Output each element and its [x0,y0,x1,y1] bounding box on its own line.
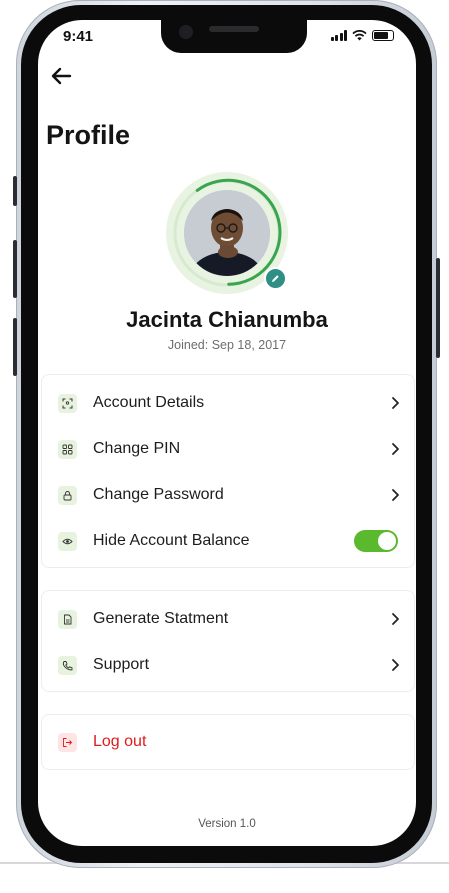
logout-card: Log out [41,714,415,770]
chevron-right-icon [392,659,399,671]
arrow-left-icon[interactable] [48,62,76,90]
side-button-mute [13,176,17,206]
pencil-icon[interactable] [264,267,287,290]
profile-avatar[interactable] [166,172,288,294]
menu-item-account-details[interactable]: Account Details [42,381,414,425]
document-icon [58,609,77,629]
lock-icon [58,485,77,505]
phone-icon [58,655,77,675]
menu-label: Account Details [93,394,205,411]
logout-icon [58,732,77,752]
status-time: 9:41 [63,28,94,45]
side-button-volume-up [13,240,17,298]
front-camera [179,25,193,39]
battery-icon [372,30,394,41]
logout-label: Log out [93,733,147,750]
eye-icon [58,531,77,551]
menu-item-support[interactable]: Support [42,643,414,687]
wifi-icon [352,30,367,41]
menu-label: Support [93,656,150,673]
menu-label: Change PIN [93,440,181,457]
chevron-right-icon [392,489,399,501]
grid-icon [58,439,77,459]
account-settings-card: Account Details Change PIN Change Passwo… [41,374,415,568]
chevron-right-icon [392,397,399,409]
page-title: Profile [46,120,131,150]
logout-button[interactable]: Log out [42,720,414,764]
signal-icon [330,30,347,41]
user-name: Jacinta Chianumba [126,307,328,332]
notch [161,20,307,53]
status-icons [330,30,394,41]
hide-balance-toggle[interactable] [354,530,398,552]
menu-label: Generate Statment [93,610,229,627]
menu-label: Hide Account Balance [93,532,250,549]
side-button-volume-down [13,318,17,376]
avatar [184,190,270,276]
app-version: Version 1.0 [198,818,256,830]
phone-screen: 9:41 Profile Jacinta Chianumba Joined: S… [38,20,416,846]
chevron-right-icon [392,443,399,455]
joined-date: Joined: Sep 18, 2017 [167,338,287,352]
menu-label: Change Password [93,486,224,503]
menu-item-change-pin[interactable]: Change PIN [42,427,414,471]
menu-item-generate-statement[interactable]: Generate Statment [42,597,414,641]
menu-item-change-password[interactable]: Change Password [42,473,414,517]
toggle-knob [378,532,396,550]
menu-item-hide-balance: Hide Account Balance [42,519,414,563]
support-card: Generate Statment Support [41,590,415,692]
side-button-power [436,258,440,358]
face-scan-icon [58,393,77,413]
chevron-right-icon [392,613,399,625]
earpiece-speaker [209,26,259,32]
